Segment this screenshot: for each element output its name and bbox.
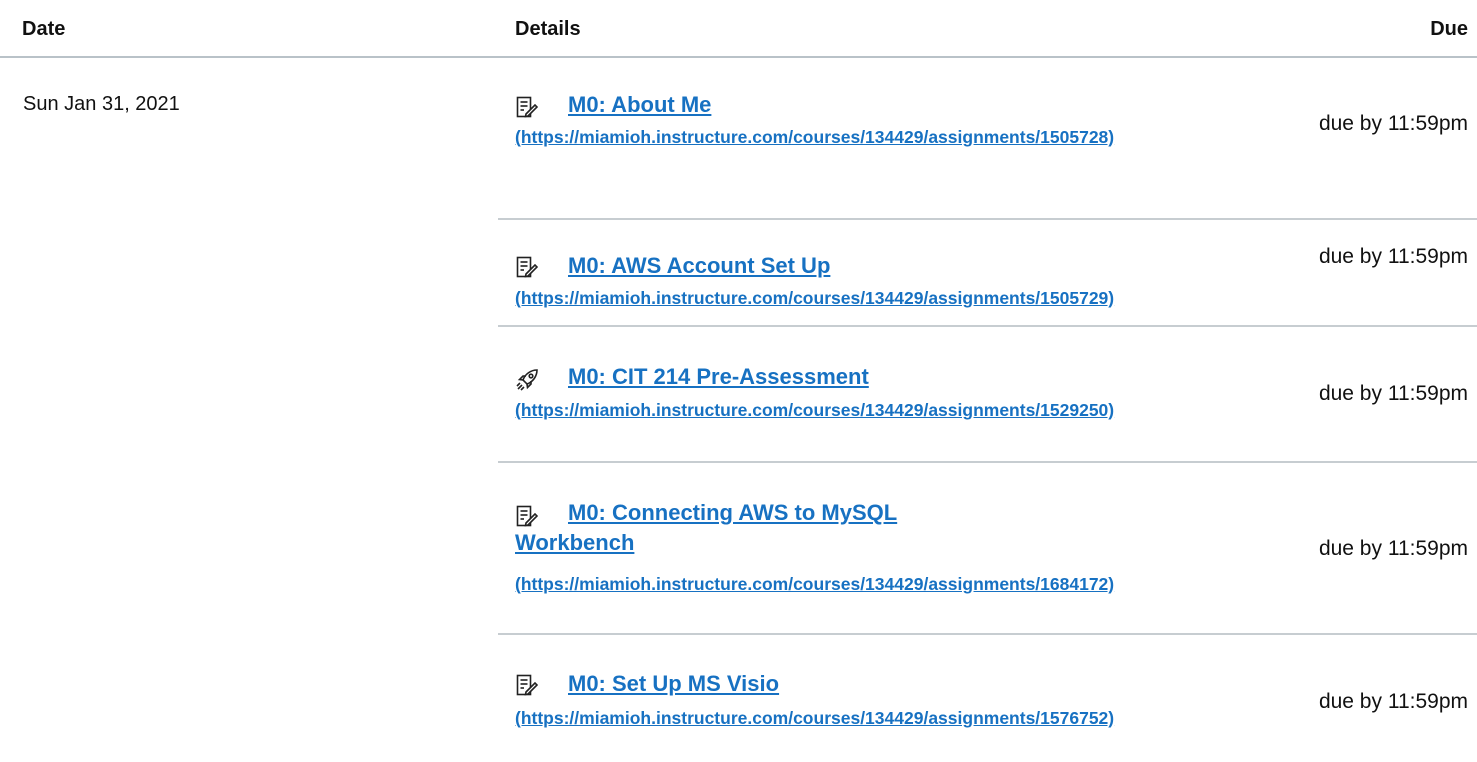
due-time: due by 11:59pm xyxy=(1318,690,1468,713)
assignment-url-link[interactable]: (https://miamioh.instructure.com/courses… xyxy=(515,573,1114,595)
table-row: M0: CIT 214 Pre-Assessment (https://miam… xyxy=(498,327,1477,463)
header-details: Details xyxy=(515,18,581,40)
header-due: Due xyxy=(1430,18,1468,40)
quiz-rocket-icon xyxy=(516,367,538,391)
assignment-icon xyxy=(516,674,538,696)
table-row: M0: Connecting AWS to MySQL Workbench (h… xyxy=(498,463,1477,635)
assignment-title-link[interactable]: M0: About Me xyxy=(568,90,711,120)
syllabus-schedule-table: Date Details Due Sun Jan 31, 2021 M0: Ab… xyxy=(0,0,1477,762)
due-time: due by 11:59pm xyxy=(1318,112,1468,135)
due-time: due by 11:59pm xyxy=(1318,245,1468,268)
assignment-icon xyxy=(516,256,538,278)
assignment-url-link[interactable]: (https://miamioh.instructure.com/courses… xyxy=(515,126,1114,148)
table-header: Date Details Due xyxy=(0,0,1477,58)
assignment-icon xyxy=(516,96,538,118)
due-time: due by 11:59pm xyxy=(1318,537,1468,560)
date-cell: Sun Jan 31, 2021 xyxy=(23,93,180,115)
header-date: Date xyxy=(22,18,66,40)
assignment-title-link[interactable]: M0: Set Up MS Visio xyxy=(568,669,779,699)
assignment-url-link[interactable]: (https://miamioh.instructure.com/courses… xyxy=(515,707,1114,729)
due-time: due by 11:59pm xyxy=(1318,382,1468,405)
table-row: M0: AWS Account Set Up (https://miamioh.… xyxy=(498,220,1477,327)
assignment-title-link[interactable]: M0: CIT 214 Pre-Assessment xyxy=(568,362,869,392)
table-row: M0: Set Up MS Visio (https://miamioh.ins… xyxy=(498,635,1477,762)
assignment-title-link[interactable]: M0: AWS Account Set Up xyxy=(568,251,830,281)
assignment-url-link[interactable]: (https://miamioh.instructure.com/courses… xyxy=(515,287,1114,309)
table-row: M0: About Me (https://miamioh.instructur… xyxy=(498,76,1477,220)
assignment-url-link[interactable]: (https://miamioh.instructure.com/courses… xyxy=(515,399,1114,421)
assignment-title-link[interactable]: M0: Connecting AWS to MySQL Workbench xyxy=(515,498,915,558)
